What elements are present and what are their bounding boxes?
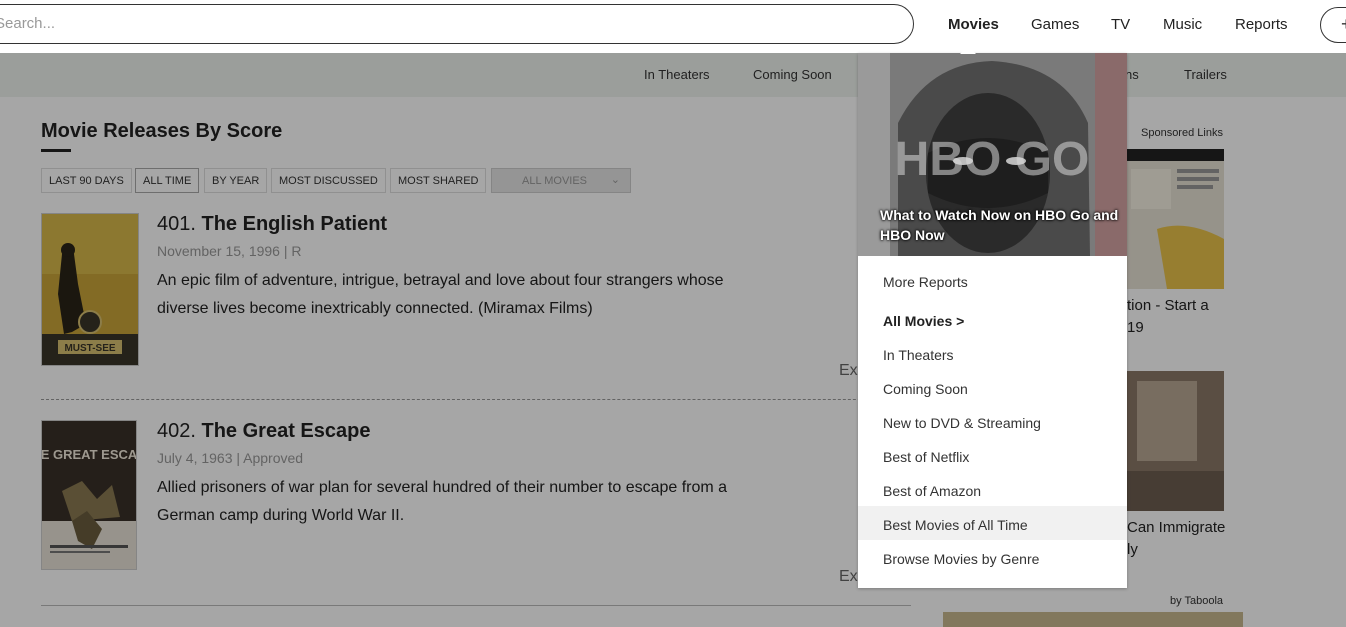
- movies-dropdown-menu: HBO GO What to Watch Now on HBO Go and H…: [858, 46, 1127, 588]
- menu-item-coming-soon[interactable]: Coming Soon: [883, 381, 968, 397]
- top-header: Movies Games TV Music Reports +: [0, 0, 1346, 53]
- search-input[interactable]: [0, 15, 795, 32]
- hbo-go-logo: HBO GO: [895, 133, 1090, 186]
- add-button[interactable]: +: [1320, 7, 1346, 43]
- menu-item-browse-by-genre[interactable]: Browse Movies by Genre: [883, 551, 1039, 567]
- nav-tv[interactable]: TV: [1111, 16, 1130, 33]
- menu-item-in-theaters[interactable]: In Theaters: [883, 347, 954, 363]
- promo-card[interactable]: HBO GO What to Watch Now on HBO Go and H…: [858, 53, 1127, 256]
- nav-reports[interactable]: Reports: [1235, 16, 1288, 33]
- promo-title[interactable]: What to Watch Now on HBO Go and HBO Now: [880, 205, 1127, 245]
- search-box[interactable]: [0, 4, 914, 44]
- nav-music[interactable]: Music: [1163, 16, 1202, 33]
- menu-item-new-to-dvd[interactable]: New to DVD & Streaming: [883, 415, 1041, 431]
- nav-movies[interactable]: Movies: [948, 16, 999, 33]
- nav-games[interactable]: Games: [1031, 16, 1079, 33]
- dropdown-caret: [960, 46, 976, 54]
- page-overlay[interactable]: [0, 53, 1346, 627]
- menu-item-best-movies-all-time[interactable]: Best Movies of All Time: [883, 517, 1028, 533]
- plus-icon: +: [1341, 14, 1346, 35]
- menu-item-all-movies[interactable]: All Movies >: [883, 313, 964, 329]
- menu-item-best-of-amazon[interactable]: Best of Amazon: [883, 483, 981, 499]
- menu-item-more-reports[interactable]: More Reports: [883, 274, 968, 290]
- menu-item-best-of-netflix[interactable]: Best of Netflix: [883, 449, 969, 465]
